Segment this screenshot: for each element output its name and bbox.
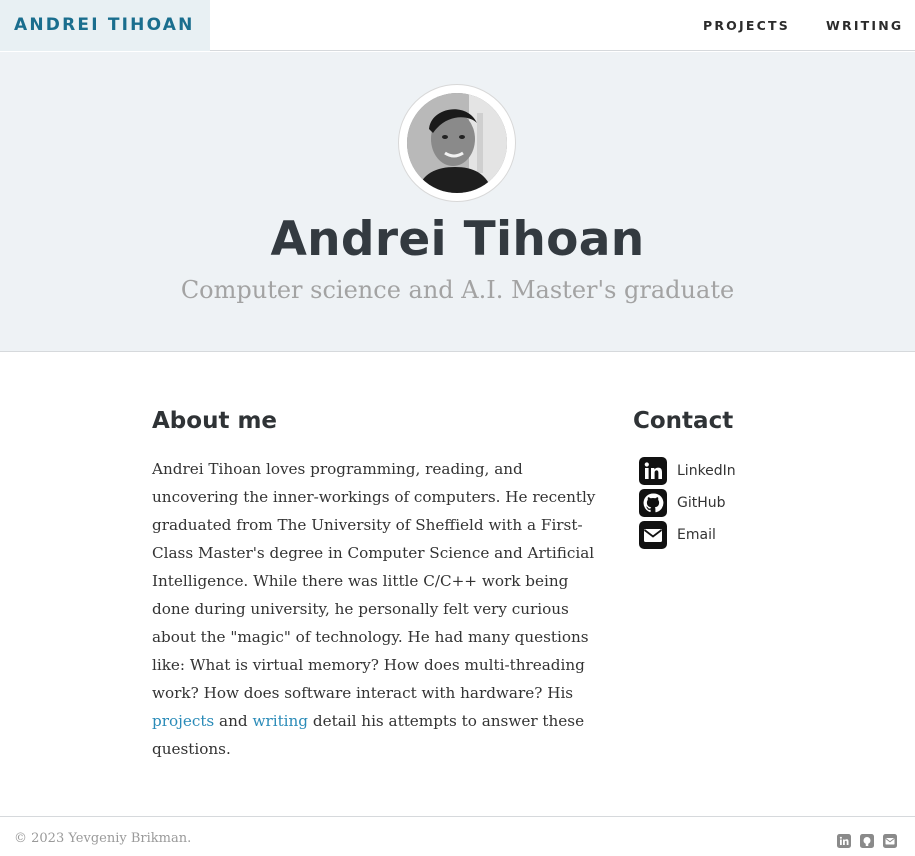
linkedin-icon[interactable] — [639, 457, 667, 485]
writing-link[interactable]: writing — [252, 712, 308, 730]
contact-link-github[interactable]: GitHub — [677, 495, 726, 511]
contact-link-email[interactable]: Email — [677, 527, 716, 543]
contact-link-linkedin[interactable]: LinkedIn — [677, 463, 736, 479]
about-text: Andrei Tihoan loves programming, reading… — [152, 460, 596, 702]
top-navbar: ANDREI TIHOAN PROJECTS WRITING — [0, 0, 915, 51]
footer-social-icons — [837, 834, 897, 848]
about-text-and: and — [214, 712, 253, 730]
contact-heading: Contact — [633, 408, 734, 434]
email-icon[interactable] — [639, 521, 667, 549]
footer: © 2023 Yevgeniy Brikman. — [0, 816, 915, 856]
hero-section: Andrei Tihoan Computer science and A.I. … — [0, 52, 915, 352]
nav-link-writing[interactable]: WRITING — [826, 0, 903, 51]
projects-link[interactable]: projects — [152, 712, 214, 730]
hero-title: Andrei Tihoan — [270, 212, 645, 267]
contact-item-email: Email — [639, 519, 736, 551]
hero-subtitle: Computer science and A.I. Master's gradu… — [180, 276, 735, 304]
brand-link[interactable]: ANDREI TIHOAN — [0, 0, 210, 51]
about-heading: About me — [152, 408, 278, 434]
linkedin-icon[interactable] — [837, 834, 851, 848]
github-icon[interactable] — [639, 489, 667, 517]
github-icon[interactable] — [860, 834, 874, 848]
contact-list: LinkedIn GitHub Email — [639, 455, 736, 551]
contact-item-linkedin: LinkedIn — [639, 455, 736, 487]
email-icon[interactable] — [883, 834, 897, 848]
nav-link-projects[interactable]: PROJECTS — [703, 0, 790, 51]
contact-item-github: GitHub — [639, 487, 736, 519]
about-paragraph: Andrei Tihoan loves programming, reading… — [152, 455, 602, 763]
copyright-text: © 2023 Yevgeniy Brikman. — [14, 831, 192, 846]
avatar — [398, 84, 516, 202]
profile-photo — [407, 93, 507, 193]
